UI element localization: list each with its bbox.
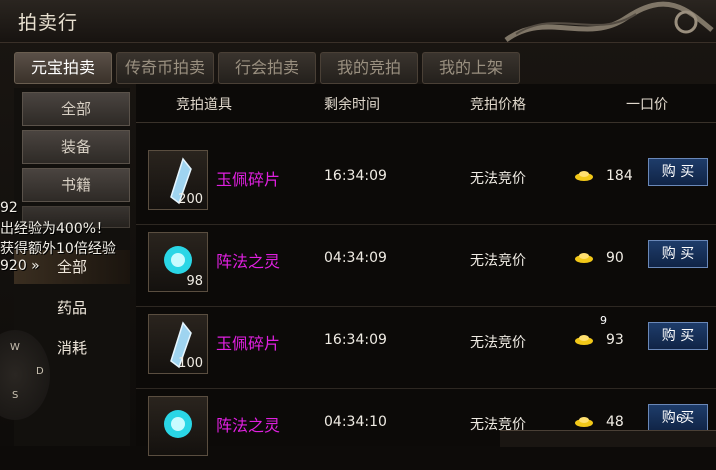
bid-status: 无法竞价 [470, 171, 526, 187]
overlay-text-1: 92 [0, 200, 18, 216]
listing-table: 竞拍道具 剩余时间 竞拍价格 一口价 200 玉佩碎片 16:34:09 无法竞… [136, 84, 716, 456]
header-item: 竞拍道具 [176, 97, 232, 113]
gold-ingot-icon [575, 335, 593, 345]
tab-guild-auction[interactable]: 行会拍卖 [218, 52, 316, 84]
table-row[interactable]: 200 玉佩碎片 16:34:09 无法竞价 184 购 买 [136, 144, 716, 225]
item-slot[interactable]: 200 [148, 150, 208, 210]
remaining-time: 16:34:09 [324, 332, 387, 348]
item-quantity: 98 [186, 274, 203, 289]
buyout-price: 93 [606, 332, 624, 348]
item-name: 玉佩碎片 [216, 334, 281, 353]
bid-status: 无法竞价 [470, 335, 526, 351]
compass-d: D [36, 366, 44, 377]
buy-button[interactable]: 购 买 [648, 322, 708, 350]
item-quantity: 100 [178, 356, 203, 371]
count-badge: 9 [600, 314, 607, 327]
category-equipment-button[interactable]: 装备 [22, 130, 130, 164]
item-slot[interactable]: 100 [148, 314, 208, 374]
spirit-orb-icon [164, 410, 192, 438]
table-row[interactable]: 100 玉佩碎片 16:34:09 无法竞价 9 93 购 买 [136, 308, 716, 389]
item-quantity: 200 [178, 192, 203, 207]
window-title: 拍卖行 [18, 12, 79, 34]
title-bar: 拍卖行 [0, 0, 716, 43]
auction-window: 拍卖行 元宝拍卖 传奇币拍卖 行会拍卖 我的竞拍 我的上架 全部 装备 书籍 全… [0, 0, 716, 456]
header-bid: 竞拍价格 [470, 97, 526, 113]
compass-s: S [12, 390, 19, 401]
tab-yuanbao-auction[interactable]: 元宝拍卖 [14, 52, 112, 84]
gold-ingot-icon [575, 171, 593, 181]
tab-my-bids[interactable]: 我的竞拍 [320, 52, 418, 84]
category-all-button[interactable]: 全部 [22, 92, 130, 126]
buy-button[interactable]: 购 买 [648, 240, 708, 268]
item-name: 阵法之灵 [216, 252, 281, 271]
header-time: 剩余时间 [324, 97, 380, 113]
item-name: 玉佩碎片 [216, 170, 281, 189]
subcategory-potions[interactable]: 药品 [14, 291, 130, 325]
overlay-text-4: 920 » [0, 258, 40, 274]
remaining-time: 04:34:10 [324, 414, 387, 430]
tab-coin-auction[interactable]: 传奇币拍卖 [116, 52, 214, 84]
dragon-ornament-icon [504, 1, 714, 43]
compass-w: W [10, 342, 20, 353]
gold-ingot-icon [575, 253, 593, 263]
buyout-price: 48 [606, 414, 624, 430]
header-buyout: 一口价 [626, 97, 668, 113]
bid-status: 无法竞价 [470, 253, 526, 269]
item-name: 阵法之灵 [216, 416, 281, 435]
item-slot[interactable]: 98 [148, 232, 208, 292]
overlay-text-2: 出经验为400%！ [0, 221, 111, 237]
gold-ingot-icon [575, 417, 593, 427]
overlay-text-3: 获得额外10倍经验 [0, 241, 116, 257]
bottom-filter-bar[interactable] [500, 430, 716, 447]
item-slot[interactable] [148, 396, 208, 456]
table-header: 竞拍道具 剩余时间 竞拍价格 一口价 [136, 84, 716, 123]
tab-my-listings[interactable]: 我的上架 [422, 52, 520, 84]
count-badge: 6 [676, 412, 683, 425]
category-books-button[interactable]: 书籍 [22, 168, 130, 202]
buy-button[interactable]: 购 买 [648, 158, 708, 186]
table-row[interactable]: 98 阵法之灵 04:34:09 无法竞价 90 购 买 [136, 226, 716, 307]
remaining-time: 04:34:09 [324, 250, 387, 266]
buyout-price: 184 [606, 168, 633, 184]
buyout-price: 90 [606, 250, 624, 266]
remaining-time: 16:34:09 [324, 168, 387, 184]
